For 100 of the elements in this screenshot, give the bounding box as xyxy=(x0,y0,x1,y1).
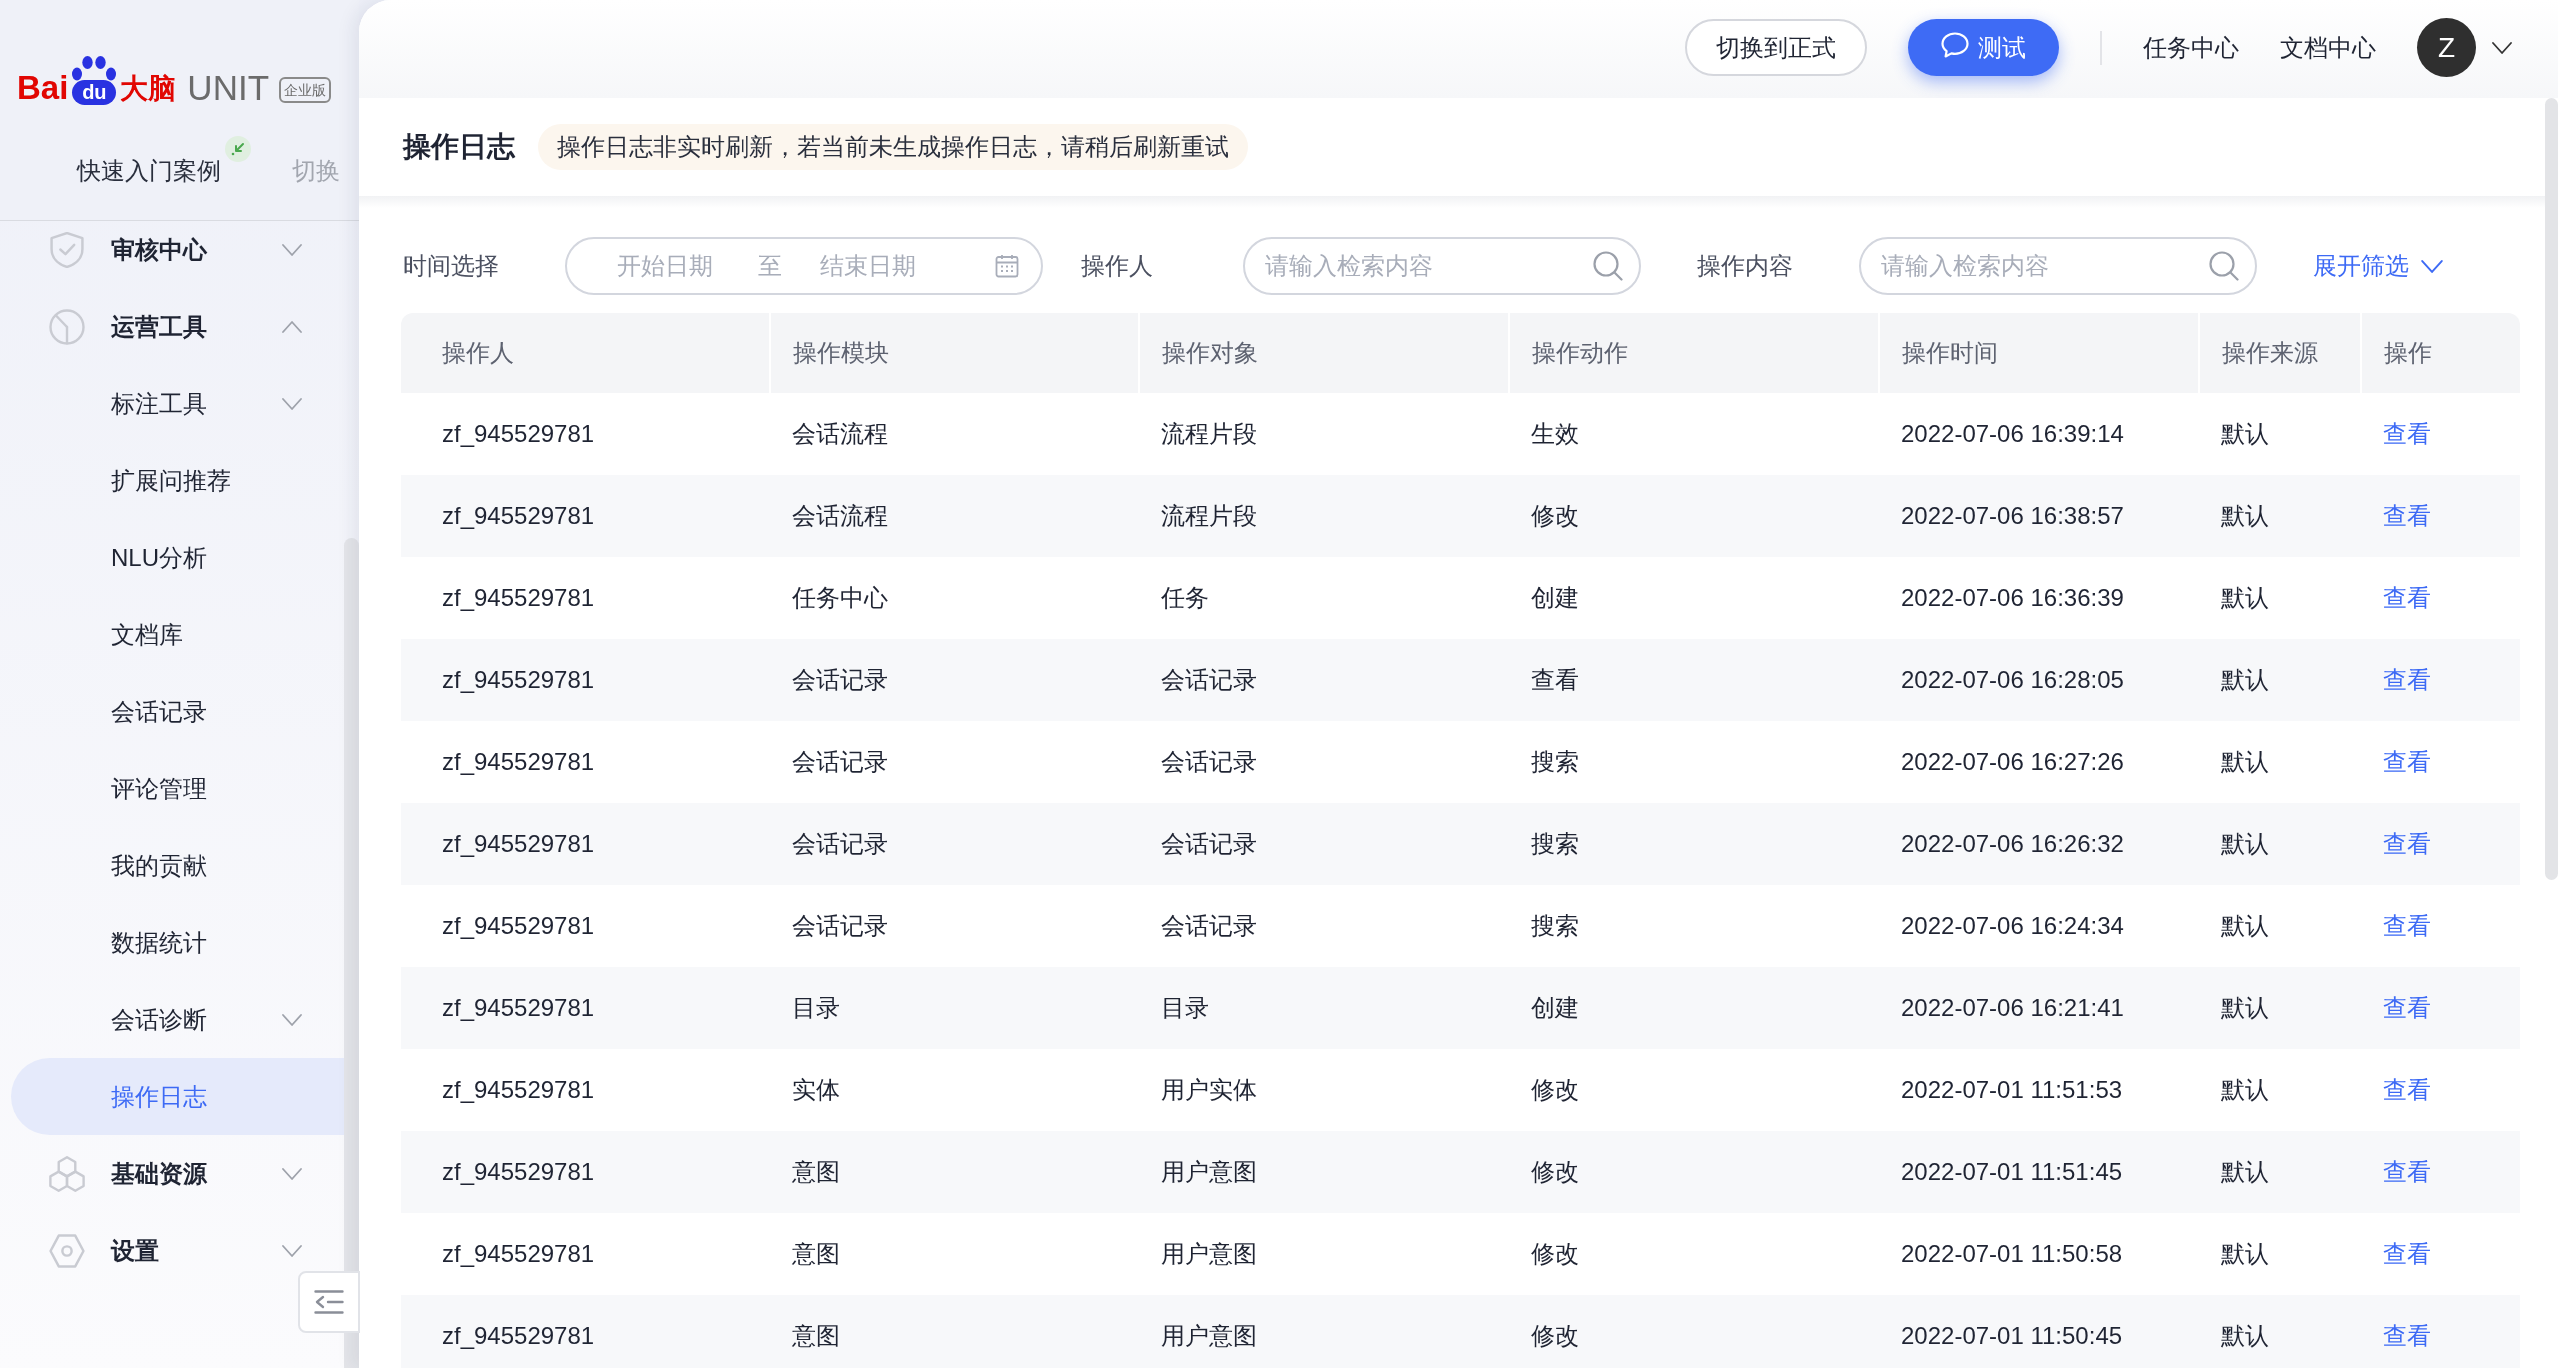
sidebar-item[interactable]: 审核中心 xyxy=(11,221,344,288)
table-cell: 默认 xyxy=(2199,557,2361,639)
table-cell: 会话记录 xyxy=(770,639,1139,721)
column-header: 操作 xyxy=(2361,313,2520,393)
table-cell: 修改 xyxy=(1509,1213,1879,1295)
sidebar-item[interactable]: 会话诊断 xyxy=(11,981,344,1058)
table-cell: 创建 xyxy=(1509,557,1879,639)
table-cell: 2022-07-01 11:50:45 xyxy=(1879,1295,2199,1368)
search-icon xyxy=(2209,251,2239,281)
project-name: 快速入门案例 xyxy=(77,156,221,186)
table-cell: 用户意图 xyxy=(1139,1131,1509,1213)
sidebar-item[interactable]: 我的贡献 xyxy=(11,827,344,904)
table-cell: 默认 xyxy=(2199,885,2361,967)
view-link[interactable]: 查看 xyxy=(2383,420,2431,447)
table-cell: 目录 xyxy=(1139,967,1509,1049)
table-cell: 会话流程 xyxy=(770,475,1139,557)
column-header: 操作时间 xyxy=(1879,313,2199,393)
view-link[interactable]: 查看 xyxy=(2383,748,2431,775)
table-cell: 会话记录 xyxy=(770,803,1139,885)
filter-label: 操作内容 xyxy=(1697,251,1794,281)
collapse-sidebar-button[interactable] xyxy=(298,1271,360,1333)
table-cell: 默认 xyxy=(2199,803,2361,885)
sidebar-item[interactable]: 会话记录 xyxy=(11,673,344,750)
view-link[interactable]: 查看 xyxy=(2383,1158,2431,1185)
table-cell: 会话流程 xyxy=(770,393,1139,475)
table-cell: 默认 xyxy=(2199,1295,2361,1368)
avatar[interactable]: Z xyxy=(2417,18,2476,77)
table-cell: zf_945529781 xyxy=(401,557,770,639)
table-cell: 流程片段 xyxy=(1139,475,1509,557)
table-cell: 搜索 xyxy=(1509,803,1879,885)
view-link[interactable]: 查看 xyxy=(2383,666,2431,693)
sidebar-item[interactable]: 标注工具 xyxy=(11,365,344,442)
table-cell: 修改 xyxy=(1509,1131,1879,1213)
table-cell: 默认 xyxy=(2199,967,2361,1049)
switch-mode-button[interactable]: 切换到正式 xyxy=(1685,19,1867,76)
end-date-input[interactable]: 结束日期 xyxy=(820,248,920,284)
table-cell: 用户意图 xyxy=(1139,1295,1509,1368)
search-field[interactable]: 请输入检索内容 xyxy=(1859,237,2257,295)
sidebar-item[interactable]: 数据统计 xyxy=(11,904,344,981)
table-cell: zf_945529781 xyxy=(401,1049,770,1131)
column-header: 操作来源 xyxy=(2199,313,2361,393)
view-link[interactable]: 查看 xyxy=(2383,584,2431,611)
table-cell: 意图 xyxy=(770,1295,1139,1368)
table-cell: zf_945529781 xyxy=(401,393,770,475)
table-cell: 默认 xyxy=(2199,393,2361,475)
table-cell: 会话记录 xyxy=(770,721,1139,803)
table-cell: 任务 xyxy=(1139,557,1509,639)
chevron-down-icon xyxy=(2492,41,2512,54)
sidebar-item[interactable]: 运营工具 xyxy=(11,288,344,365)
sidebar-item[interactable]: NLU分析 xyxy=(11,519,344,596)
table-cell: 搜索 xyxy=(1509,721,1879,803)
table-cell: 意图 xyxy=(770,1131,1139,1213)
table-cell: zf_945529781 xyxy=(401,1295,770,1368)
view-link[interactable]: 查看 xyxy=(2383,994,2431,1021)
nav-link[interactable]: 任务中心 xyxy=(2143,31,2239,64)
table-cell: 会话记录 xyxy=(1139,721,1509,803)
filter-label: 时间选择 xyxy=(403,251,500,281)
scrollbar-thumb[interactable] xyxy=(2545,98,2558,880)
column-header: 操作模块 xyxy=(770,313,1139,393)
sidebar-item[interactable]: 评论管理 xyxy=(11,750,344,827)
table-cell: 2022-07-01 11:50:58 xyxy=(1879,1213,2199,1295)
expand-filters-link[interactable]: 展开筛选 xyxy=(2313,250,2443,282)
table-cell: 生效 xyxy=(1509,393,1879,475)
nav-link[interactable]: 文档中心 xyxy=(2280,31,2376,64)
view-link[interactable]: 查看 xyxy=(2383,830,2431,857)
table-cell: zf_945529781 xyxy=(401,803,770,885)
table-cell: 2022-07-06 16:28:05 xyxy=(1879,639,2199,721)
test-button[interactable]: 测试 xyxy=(1908,19,2059,76)
view-link[interactable]: 查看 xyxy=(2383,1240,2431,1267)
table-cell: 2022-07-06 16:27:26 xyxy=(1879,721,2199,803)
logo-text: UNIT xyxy=(187,70,269,106)
view-link[interactable]: 查看 xyxy=(2383,912,2431,939)
sidebar-item[interactable]: 扩展问推荐 xyxy=(11,442,344,519)
notice-banner: 操作日志非实时刷新，若当前未生成操作日志，请稍后刷新重试 xyxy=(538,124,1248,170)
table-cell: zf_945529781 xyxy=(401,721,770,803)
pie-chart-icon xyxy=(49,308,85,345)
hexagons-icon xyxy=(49,1155,85,1192)
shield-check-icon xyxy=(49,231,85,268)
sidebar-item[interactable]: 文档库 xyxy=(11,596,344,673)
logo-text: Bai xyxy=(17,71,69,105)
sidebar-item[interactable]: 基础资源 xyxy=(11,1135,344,1212)
table-cell: 会话记录 xyxy=(1139,885,1509,967)
table-cell: 2022-07-06 16:24:34 xyxy=(1879,885,2199,967)
table-cell: 2022-07-06 16:21:41 xyxy=(1879,967,2199,1049)
table-cell: 会话记录 xyxy=(1139,639,1509,721)
edition-badge: 企业版 xyxy=(279,77,331,103)
table-cell: 意图 xyxy=(770,1213,1139,1295)
table-cell: 默认 xyxy=(2199,1049,2361,1131)
table-cell: 2022-07-01 11:51:45 xyxy=(1879,1131,2199,1213)
view-link[interactable]: 查看 xyxy=(2383,1322,2431,1349)
table-cell: 任务中心 xyxy=(770,557,1139,639)
sidebar-item[interactable]: 操作日志 xyxy=(11,1058,344,1135)
start-date-input[interactable]: 开始日期 xyxy=(617,248,717,284)
sidebar-item[interactable]: 设置 xyxy=(11,1212,344,1289)
view-link[interactable]: 查看 xyxy=(2383,502,2431,529)
search-field[interactable]: 请输入检索内容 xyxy=(1243,237,1641,295)
table-cell: 默认 xyxy=(2199,1131,2361,1213)
scrollbar-thumb[interactable] xyxy=(344,538,359,1368)
view-link[interactable]: 查看 xyxy=(2383,1076,2431,1103)
filter-label: 操作人 xyxy=(1081,251,1154,281)
